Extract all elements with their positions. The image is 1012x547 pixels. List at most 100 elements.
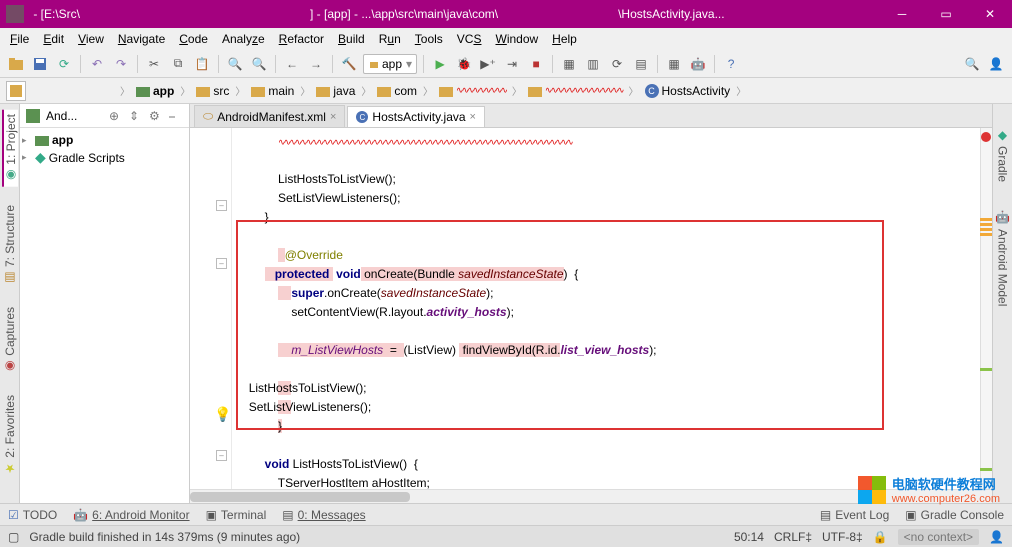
replace-icon[interactable]: 🔍 [249,54,269,74]
horizontal-scrollbar[interactable] [190,489,992,503]
paste-icon[interactable]: 📋 [192,54,212,74]
tab-event-log[interactable]: ▤Event Log [820,508,889,522]
tab-gradle[interactable]: ◆Gradle [996,124,1010,186]
crumb-src[interactable]: src [192,84,233,98]
search-everywhere-icon[interactable]: 🔍 [962,54,982,74]
code-editor[interactable]: ∿∿∿∿∿∿∿∿∿∿∿∿∿∿∿∿∿∿∿∿∿∿∿∿∿∿∿∿∿∿∿∿∿∿∿∿∿∿∿∿… [232,128,992,489]
stop-icon[interactable]: ■ [526,54,546,74]
forward-icon[interactable]: → [306,54,326,74]
menu-view[interactable]: View [72,30,110,48]
tab-terminal[interactable]: ▣Terminal [206,508,267,522]
gradle-sync-icon[interactable]: ⟳ [607,54,627,74]
crumb-redacted-2[interactable]: ∿∿∿∿∿∿∿∿∿∿∿∿∿∿ [524,85,627,97]
fold-icon[interactable]: – [216,450,227,461]
open-icon[interactable] [6,54,26,74]
project-structure-icon[interactable]: ▤ [631,54,651,74]
layout-icon[interactable]: ▦ [664,54,684,74]
title-seg-2: ] - [app] - ...\app\src\main\java\com\ [310,7,498,21]
status-encoding[interactable]: UTF-8‡ [822,530,863,544]
menu-analyze[interactable]: Analyze [216,30,271,48]
debug-icon[interactable]: 🐞 [454,54,474,74]
lock-icon[interactable]: 🔒 [873,530,888,544]
cut-icon[interactable]: ✂ [144,54,164,74]
status-caret-pos[interactable]: 50:14 [734,530,764,544]
help-icon[interactable]: ? [721,54,741,74]
avd-icon[interactable]: ▦ [559,54,579,74]
user-icon[interactable]: 👤 [986,54,1006,74]
crumb-class[interactable]: CHostsActivity [641,84,735,98]
settings-gear-icon[interactable]: ⚙ [149,109,163,123]
sdk-icon[interactable]: ▥ [583,54,603,74]
hide-icon[interactable]: ⎯ [169,109,183,123]
menu-tools[interactable]: Tools [409,30,449,48]
crumb-app[interactable]: app [132,84,178,98]
run-icon[interactable]: ▶ [430,54,450,74]
menu-refactor[interactable]: Refactor [273,30,330,48]
tree-row-app[interactable]: ▸ app [22,132,187,148]
close-tab-icon[interactable]: × [470,111,476,123]
status-message: Gradle build finished in 14s 379ms (9 mi… [29,530,300,544]
fold-icon[interactable]: – [216,200,227,211]
project-tab-label[interactable]: And... [46,109,77,123]
redo-icon[interactable]: ↷ [111,54,131,74]
menu-file[interactable]: File [4,30,35,48]
menu-code[interactable]: Code [173,30,214,48]
tab-todo[interactable]: ☑TODO [8,508,57,522]
status-line-sep[interactable]: CRLF‡ [774,530,812,544]
run-config-selector[interactable]: app ▾ [363,54,417,74]
nav-home-icon[interactable] [6,81,26,101]
copy-icon[interactable]: ⧉ [168,54,188,74]
menu-vcs[interactable]: VCS [451,30,488,48]
sync-icon[interactable]: ⟳ [54,54,74,74]
attach-debugger-icon[interactable]: ⇥ [502,54,522,74]
menu-navigate[interactable]: Navigate [112,30,171,48]
breadcrumb-bar: 〉 app 〉 src 〉 main 〉 java 〉 com 〉 ∿∿∿∿∿∿… [0,78,1012,104]
maximize-button[interactable]: ▭ [924,0,968,28]
right-tool-tabs: ◆Gradle 🤖Android Model [992,104,1012,503]
status-context[interactable]: <no context> [898,529,979,545]
menu-help[interactable]: Help [546,30,583,48]
tab-hosts-activity[interactable]: C HostsActivity.java × [347,106,485,127]
crumb-main[interactable]: main [247,84,298,98]
close-tab-icon[interactable]: × [330,111,336,123]
tab-messages[interactable]: ▤0: Messages [282,508,365,522]
error-marker-icon[interactable] [981,132,991,142]
menu-edit[interactable]: Edit [37,30,70,48]
title-seg-1: - [E:\Src\ [30,7,80,21]
crumb-com[interactable]: com [373,84,421,98]
tree-row-gradle-scripts[interactable]: ▸ ◆ Gradle Scripts [22,148,187,167]
tab-captures[interactable]: ◉Captures [3,303,17,378]
close-button[interactable]: ✕ [968,0,1012,28]
status-man-icon[interactable]: 👤 [989,530,1004,544]
fold-icon[interactable]: – [216,258,227,269]
crumb-java[interactable]: java [312,84,359,98]
tab-gradle-console[interactable]: ▣Gradle Console [905,508,1004,522]
class-icon: C [356,111,368,123]
menu-build[interactable]: Build [332,30,371,48]
save-all-icon[interactable] [30,54,50,74]
make-icon[interactable]: 🔨 [339,54,359,74]
run-profile-icon[interactable]: ▶⁺ [478,54,498,74]
crumb-redacted-1[interactable]: ∿∿∿∿∿∿∿∿∿ [435,85,510,97]
collapse-all-icon[interactable]: ⇕ [129,109,143,123]
minimize-button[interactable]: ─ [880,0,924,28]
tab-project[interactable]: ◉1: Project [2,110,18,187]
tab-android-monitor[interactable]: 🤖6: Android Monitor [73,508,189,522]
back-icon[interactable]: ← [282,54,302,74]
tab-favorites[interactable]: ★2: Favorites [3,391,17,480]
app-icon [6,5,24,23]
menu-window[interactable]: Window [489,30,544,48]
tab-structure[interactable]: ▤7: Structure [3,201,17,289]
undo-icon[interactable]: ↶ [87,54,107,74]
error-stripe[interactable] [980,128,992,489]
editor-gutter[interactable]: – – 💡 – [190,128,232,489]
find-icon[interactable]: 🔍 [225,54,245,74]
scroll-from-source-icon[interactable]: ⊕ [109,109,123,123]
xml-icon: ⬭ [203,109,213,124]
menu-run[interactable]: Run [373,30,407,48]
tab-android-model[interactable]: 🤖Android Model [996,206,1010,310]
status-icon[interactable]: ▢ [8,530,19,544]
tab-android-manifest[interactable]: ⬭ AndroidManifest.xml × [194,105,345,127]
android-icon[interactable]: 🤖 [688,54,708,74]
menu-bar: File Edit View Navigate Code Analyze Ref… [0,28,1012,50]
